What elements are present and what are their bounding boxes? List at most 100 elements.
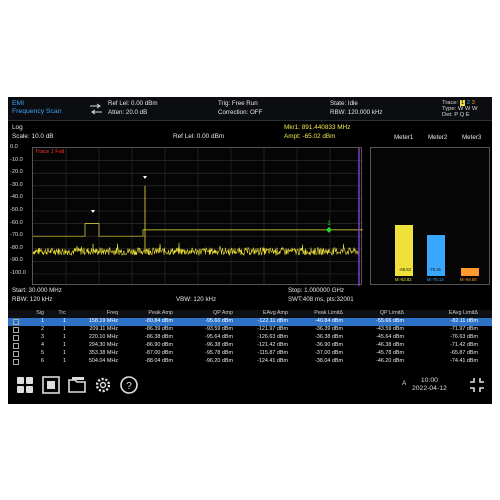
settings-gear-icon[interactable]: [92, 374, 114, 396]
trace-1-indicator[interactable]: 1: [459, 100, 466, 106]
column-header: Trc: [58, 310, 66, 316]
footer-rbw[interactable]: RBW: 120 kHz: [12, 296, 52, 303]
meter-bars: -66.53 -75.15 -103.14 M:-63.82 M:-75.13 …: [370, 147, 490, 285]
table-row[interactable]: 3 1 220.10 MHz -86.38 dBm -95.64 dBm -126.63 …: [8, 334, 492, 342]
signal-table[interactable]: Sig Trc Freq Peak Amp QP Amp EAvg Amp Peak Lim…: [8, 310, 492, 366]
sweep-time[interactable]: SWT:408 ms, pts:32001: [288, 296, 354, 303]
table-cell: -38.04 dBm: [315, 358, 343, 364]
rbw-text[interactable]: RBW: 120.000 kHz: [330, 109, 383, 117]
ref-lel-label[interactable]: Ref Lel: 0.00 dBm: [173, 133, 224, 141]
column-header: Peak LimitΔ: [314, 310, 343, 316]
fullscreen-collapse-icon[interactable]: [466, 374, 488, 396]
table-cell: 1: [63, 334, 66, 340]
table-cell: -96.38 dBm: [205, 342, 233, 348]
meter2-label[interactable]: Meter2: [428, 134, 447, 141]
column-header: Peak Amp: [148, 310, 173, 316]
footer-vbw[interactable]: VBW: 120 kHz: [176, 296, 216, 303]
stop-freq[interactable]: Stop: 1.000000 GHz: [288, 287, 344, 294]
meter3-value: -103.14: [463, 267, 478, 272]
marker-1-label: 1: [327, 221, 331, 227]
analyzer-screen: EMI Frequency Scan Ref Lel: 0.00 dBm Att…: [8, 97, 492, 404]
y-tick-label: -70.0: [10, 232, 23, 239]
table-row[interactable]: 6 1 504.04 MHz -88.04 dBm -96.20 dBm -124.41 …: [8, 358, 492, 366]
meter3-label[interactable]: Meter3: [462, 134, 481, 141]
grid-menu-icon[interactable]: [14, 374, 36, 396]
y-tick-label: -50.0: [10, 207, 23, 213]
column-header: Freq: [106, 310, 118, 316]
clock-date: 2022-04-12: [412, 385, 447, 392]
sweep-info-bar: Start: 30.000 MHz Stop: 1.000000 GHz RBW…: [8, 287, 492, 305]
y-tick-label: 0.0: [10, 144, 18, 150]
table-cell: -43.59 dBm: [376, 326, 404, 332]
table-row[interactable]: 4 1 294.30 MHz -86.90 dBm -96.38 dBm -121.42 …: [8, 342, 492, 350]
peak-marker: [143, 176, 147, 179]
screenshot-icon[interactable]: [40, 374, 62, 396]
log-label: Log: [12, 124, 23, 131]
marker-amplitude[interactable]: Ampt: -65.02 dBm: [284, 133, 336, 141]
table-cell: 1: [63, 326, 66, 332]
table-cell: -124.41 dBm: [257, 358, 288, 364]
table-cell: -86.38 dBm: [145, 334, 173, 340]
y-tick-label: -60.0: [10, 219, 23, 226]
atten-text[interactable]: Atten: 20.0 dB: [108, 109, 147, 117]
spectrum-graph[interactable]: Trace 1 Fail 1: [32, 147, 363, 286]
meters-panel: Meter1 Meter2 Meter3 -66.53 -75.15 -103.…: [370, 134, 492, 285]
meter2-max: M:-75.13: [427, 277, 444, 282]
table-cell: -36.38 dBm: [315, 334, 343, 340]
column-header: EAvg LimitΔ: [448, 310, 478, 316]
column-header: QP Amp: [213, 310, 233, 316]
table-row[interactable]: 5 1 353.38 MHz -87.00 dBm -95.78 dBm -115.87 …: [8, 350, 492, 358]
table-cell: -71.97 dBm: [450, 326, 478, 332]
table-cell: 220.10 MHz: [88, 334, 118, 340]
table-cell: -93.59 dBm: [205, 326, 233, 332]
table-cell: -126.63 dBm: [257, 334, 288, 340]
peak-marker: [91, 210, 95, 213]
correction-text[interactable]: Correction: OFF: [218, 109, 262, 117]
column-header: EAvg Amp: [262, 310, 288, 316]
trace-settings[interactable]: Trace: 1 2 3 Type: W W W Det: P Q E: [442, 100, 477, 119]
table-row[interactable]: 2 1 209.11 MHz -86.39 dBm -93.59 dBm -121.97 …: [8, 326, 492, 334]
table-cell: -74.41 dBm: [450, 358, 478, 364]
column-header: QP LimitΔ: [379, 310, 404, 316]
network-icon: A: [402, 380, 407, 387]
type-label: Type:: [442, 106, 457, 113]
table-cell: -40.84 dBm: [315, 318, 343, 324]
ref-level-text[interactable]: Ref Lel: 0.00 dBm: [108, 100, 158, 108]
table-cell: -55.66 dBm: [376, 318, 404, 324]
table-cell: 158.19 MHz: [88, 318, 118, 324]
table-cell: -121.97 dBm: [257, 326, 288, 332]
det-value: P Q E: [454, 112, 470, 119]
scale-label[interactable]: Scale: 10.0 dB: [12, 133, 54, 141]
y-tick-label: -30.0: [10, 181, 23, 188]
start-freq[interactable]: Start: 30.000 MHz: [12, 287, 62, 294]
table-cell: 1: [63, 350, 66, 356]
table-cell: -76.63 dBm: [450, 334, 478, 340]
bottom-toolbar: ? A 10:00 2022-04-12: [8, 367, 492, 404]
trace-3-indicator[interactable]: 3: [472, 100, 475, 106]
table-cell: -95.64 dBm: [205, 334, 233, 340]
table-header[interactable]: Sig Trc Freq Peak Amp QP Amp EAvg Amp Peak Lim…: [8, 310, 492, 318]
y-tick-label: -90.0: [10, 257, 23, 264]
trigger-text[interactable]: Trig: Free Run: [218, 100, 258, 108]
det-label: Det:: [442, 112, 453, 119]
meter1-label[interactable]: Meter1: [394, 134, 413, 141]
table-cell: 294.30 MHz: [88, 342, 118, 348]
trace-2-indicator[interactable]: 2: [467, 100, 470, 106]
folder-icon[interactable]: [66, 374, 88, 396]
table-row[interactable]: 1 1 158.19 MHz -80.84 dBm -95.66 dBm -122.11 …: [8, 318, 492, 326]
mode-selector[interactable]: EMI Frequency Scan: [12, 100, 62, 116]
table-cell: -65.87 dBm: [450, 350, 478, 356]
table-cell: -46.20 dBm: [376, 358, 404, 364]
swap-arrows-icon[interactable]: [89, 103, 103, 115]
table-cell: -88.04 dBm: [145, 358, 173, 364]
help-icon[interactable]: ?: [118, 374, 140, 396]
spectrum-plot: 1: [33, 148, 363, 286]
marker-frequency[interactable]: Mkr1: 891.440833 MHz: [284, 124, 350, 132]
table-cell: 353.38 MHz: [88, 350, 118, 356]
trace-label: Trace:: [442, 100, 459, 106]
top-status-bar: EMI Frequency Scan Ref Lel: 0.00 dBm Att…: [8, 97, 492, 121]
table-cell: 504.04 MHz: [88, 358, 118, 364]
table-cell: 1: [63, 342, 66, 348]
mode-title: EMI: [12, 100, 25, 107]
table-cell: 1: [63, 318, 66, 324]
